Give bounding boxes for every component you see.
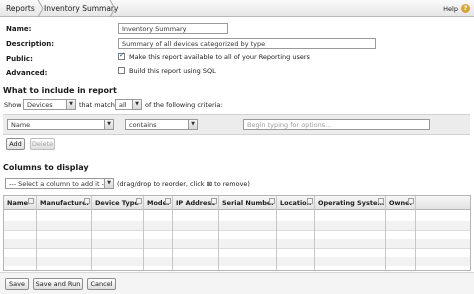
breadcrumb-separator-icon xyxy=(109,0,116,17)
footer-bar: Save Save and Run Cancel xyxy=(0,272,474,294)
remove-column-icon[interactable] xyxy=(136,198,142,204)
breadcrumb-current: Inventory Summary xyxy=(44,4,119,13)
show-label: Show xyxy=(4,101,22,109)
remove-column-icon[interactable] xyxy=(269,198,275,204)
column-model[interactable]: Model xyxy=(144,196,173,270)
column-header-label: Device Type xyxy=(95,199,139,207)
public-checkbox[interactable] xyxy=(118,51,125,60)
remove-column-icon[interactable] xyxy=(307,198,313,204)
match-select-value: all xyxy=(119,101,127,109)
breadcrumb-separator-icon xyxy=(37,0,44,17)
remove-column-icon[interactable] xyxy=(211,198,217,204)
remove-column-icon[interactable] xyxy=(84,198,90,204)
chevron-down-icon: ▼ xyxy=(104,179,113,188)
match-select[interactable]: all ▼ xyxy=(115,99,142,110)
criteria-field-select[interactable]: Name ▼ xyxy=(7,119,114,130)
column-serial-number[interactable]: Serial Number xyxy=(219,196,277,270)
chevron-down-icon: ▼ xyxy=(132,100,141,109)
remove-column-icon[interactable] xyxy=(28,198,34,204)
column-header-label: Operating System xyxy=(318,199,385,207)
remove-column-icon[interactable] xyxy=(165,198,171,204)
name-input[interactable]: Inventory Summary xyxy=(118,23,228,34)
column-device-type[interactable]: Device Type xyxy=(92,196,144,270)
column-header-label: Name xyxy=(7,199,29,207)
column-header-label: Serial Number xyxy=(222,199,275,207)
save-button[interactable]: Save xyxy=(5,278,29,290)
criteria-suffix: of the following criteria: xyxy=(145,101,223,109)
criteria-value-input[interactable]: Begin typing for options... xyxy=(243,119,430,130)
chevron-down-icon: ▼ xyxy=(188,120,197,129)
cancel-button[interactable]: Cancel xyxy=(87,278,116,290)
advanced-checkbox[interactable] xyxy=(118,67,125,74)
save-and-run-button[interactable]: Save and Run xyxy=(33,278,83,290)
column-operating-system[interactable]: Operating System xyxy=(315,196,386,270)
column-owner[interactable]: Owner xyxy=(386,196,416,270)
public-checkbox-text: Make this report available to all of you… xyxy=(129,53,310,61)
description-input[interactable]: Summary of all devices categorized by ty… xyxy=(118,38,376,49)
public-label: Public: xyxy=(6,55,33,63)
criteria-operator-select[interactable]: contains ▼ xyxy=(125,119,198,130)
match-label: that match xyxy=(79,101,115,109)
columns-section-title: Columns to display xyxy=(3,163,89,172)
name-label: Name: xyxy=(6,25,32,33)
column-ip-address[interactable]: IP Address xyxy=(173,196,219,270)
criteria-section-title: What to include in report xyxy=(3,86,117,95)
delete-criteria-button[interactable]: Delete xyxy=(30,138,55,150)
criteria-operator-value: contains xyxy=(129,121,157,129)
description-label: Description: xyxy=(6,40,55,48)
remove-column-icon[interactable] xyxy=(378,198,384,204)
column-manufacturer[interactable]: Manufacturer xyxy=(37,196,92,270)
column-header-label: IP Address xyxy=(176,199,216,207)
breadcrumb-bar: Reports Inventory Summary Help ? xyxy=(0,0,474,17)
remove-column-icon[interactable] xyxy=(408,198,414,204)
add-column-select-value: --- Select a column to add it --- xyxy=(9,180,109,188)
chevron-down-icon: ▼ xyxy=(66,100,75,109)
add-column-select[interactable]: --- Select a column to add it --- ▼ xyxy=(5,178,114,189)
advanced-label: Advanced: xyxy=(6,69,48,77)
show-select[interactable]: Devices ▼ xyxy=(23,99,76,110)
columns-hint: (drag/drop to reorder, click ⊠ to remove… xyxy=(117,180,250,188)
column-location[interactable]: Location xyxy=(277,196,315,270)
criteria-field-value: Name xyxy=(11,121,31,129)
columns-grid: Name Manufacturer Device Type Model IP A… xyxy=(3,195,471,271)
column-name[interactable]: Name xyxy=(4,196,37,270)
show-select-value: Devices xyxy=(27,101,53,109)
help-link[interactable]: Help xyxy=(443,5,458,13)
help-icon[interactable]: ? xyxy=(461,4,470,13)
column-header-label: Manufacturer xyxy=(40,199,90,207)
advanced-checkbox-text: Build this report using SQL xyxy=(129,67,216,75)
chevron-down-icon: ▼ xyxy=(104,120,113,129)
breadcrumb-reports-link[interactable]: Reports xyxy=(6,4,35,13)
add-criteria-button[interactable]: Add xyxy=(6,138,25,150)
